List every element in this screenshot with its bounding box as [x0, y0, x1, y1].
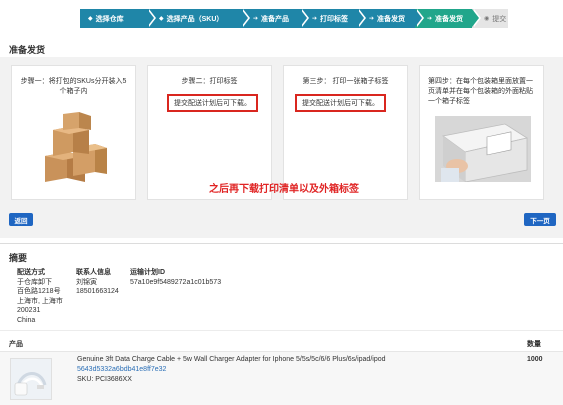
page-title: 准备发货	[9, 45, 46, 55]
progress-stepper: ◆ 选择仓库 ◆ 选择产品（SKU） ➔ 准备产品 ➔ 打印标签 ➔ 准备发货 ➔ 准备发货…	[80, 9, 508, 28]
product-thumbnail	[10, 358, 52, 400]
contact-info: 联系人信息 刘锦寅 18501663124	[76, 268, 119, 297]
step-card-title: 步骤二：打印标签	[181, 78, 238, 85]
download-note: 提交配送计划后可下载。	[167, 94, 258, 112]
plan-id-value: 57a10e9f5489272a1c01b573	[130, 278, 222, 286]
address-line: 百色路1218号	[17, 288, 61, 295]
contact-label: 联系人信息	[76, 269, 111, 276]
address-line: 200231	[17, 307, 41, 314]
divider	[0, 243, 563, 244]
table-row: Genuine 3ft Data Charge Cable + 5w Wall …	[0, 351, 563, 405]
product-quantity: 1000	[527, 356, 543, 363]
address-line: 上海市, 上海市	[17, 297, 63, 305]
divider	[0, 330, 563, 331]
product-id-link[interactable]: 5643d5332a6bdb41e8ff7e32	[77, 366, 166, 373]
contact-name: 刘锦寅	[76, 278, 97, 286]
tag-icon: ◆	[88, 16, 93, 22]
product-column-header: 产品	[9, 341, 23, 348]
back-button[interactable]: 返回	[9, 213, 33, 226]
download-note: 提交配送计划后可下载。	[295, 94, 386, 112]
box-with-label-image	[435, 116, 531, 182]
address-line: 于仓库卸下	[17, 278, 52, 286]
product-sku: SKU: PCI3686XX	[77, 376, 132, 383]
charger-cable-icon	[14, 372, 47, 396]
step-card-title: 步骤一：将打包的SKUs分开装入5个箱子内	[20, 78, 127, 95]
arrow-icon: ➔	[427, 16, 433, 22]
shipping-method: 配送方式 于仓库卸下 百色路1218号 上海市, 上海市 200231 Chin…	[17, 268, 63, 325]
contact-phone: 18501663124	[76, 288, 119, 295]
arrow-icon: ➔	[369, 16, 375, 22]
step-card-4: 第四步：在每个包装箱里面放置一页清单并在每个包装箱的外面粘贴一个箱子标签	[419, 65, 544, 200]
stacked-boxes-image	[45, 112, 107, 182]
check-circle-icon: ◉	[484, 16, 490, 22]
address-line: China	[17, 316, 36, 324]
step-card-1: 步骤一：将打包的SKUs分开装入5个箱子内	[11, 65, 136, 200]
next-button[interactable]: 下一页	[524, 213, 556, 226]
arrow-icon: ➔	[253, 16, 259, 22]
tag-icon: ◆	[159, 16, 164, 22]
shipment-plan-id: 运输计划ID 57a10e9f5489272a1c01b573	[130, 268, 221, 287]
quantity-column-header: 数量	[527, 341, 541, 348]
step-select-product[interactable]: ◆ 选择产品（SKU）	[147, 9, 250, 28]
step-card-title: 第三步： 打印一张箱子标签	[302, 78, 389, 85]
step-card-title: 第四步：在每个包装箱里面放置一页清单并在每个包装箱的外面粘贴一个箱子标签	[428, 78, 533, 105]
product-name: Genuine 3ft Data Charge Cable + 5w Wall …	[77, 356, 386, 363]
plan-id-label: 运输计划ID	[130, 269, 165, 276]
annotation-text: 之后再下载打印清单以及外箱标签	[209, 184, 359, 195]
summary-title: 摘要	[9, 253, 28, 263]
step-select-warehouse[interactable]: ◆ 选择仓库	[80, 9, 156, 28]
shipping-method-label: 配送方式	[17, 269, 45, 276]
arrow-icon: ➔	[312, 16, 318, 22]
steps-panel: 步骤一：将打包的SKUs分开装入5个箱子内 步骤二：打印标签 提交配送计划后可下…	[0, 57, 563, 238]
